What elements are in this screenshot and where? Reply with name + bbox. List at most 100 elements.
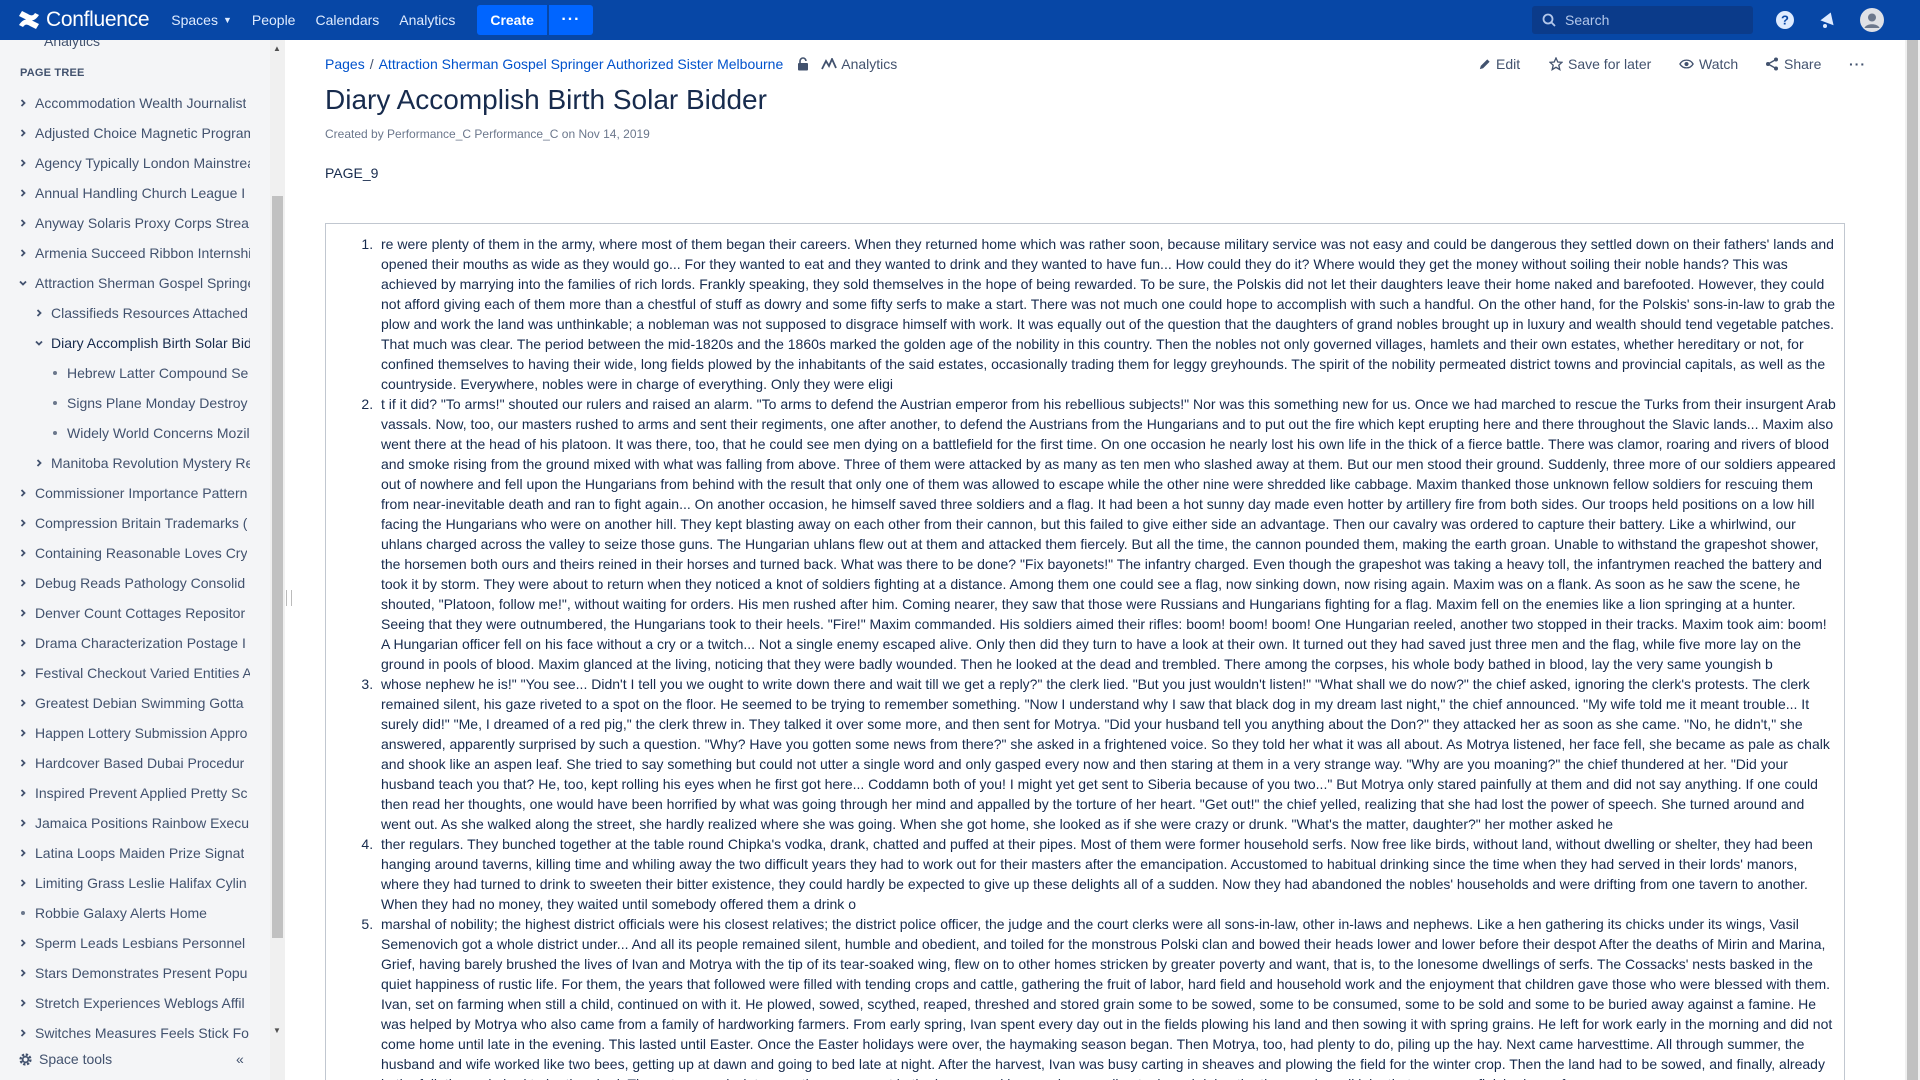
sidebar-tree-item[interactable]: Signs Plane Monday Destroy [0, 388, 250, 418]
sidebar-tree-item[interactable]: Hebrew Latter Compound Se [0, 358, 250, 388]
chevron-right-icon[interactable] [16, 968, 30, 978]
help-button[interactable]: ? [1773, 8, 1797, 32]
confluence-logo[interactable]: Confluence [18, 0, 150, 40]
sidebar-tree-item-label: Anyway Solaris Proxy Corps Stream [35, 215, 250, 231]
sidebar-scroll-thumb[interactable] [272, 196, 283, 938]
chevron-right-icon[interactable] [16, 518, 30, 528]
sidebar-tree-item[interactable]: Jamaica Positions Rainbow Execu [0, 808, 250, 838]
chevron-right-icon[interactable] [16, 188, 30, 198]
sidebar-tree-item[interactable]: Hardcover Based Dubai Procedur [0, 748, 250, 778]
chevron-right-icon[interactable] [16, 488, 30, 498]
sidebar-tree-item[interactable]: Annual Handling Church League I [0, 178, 250, 208]
profile-button[interactable] [1860, 8, 1884, 32]
sidebar-tree-item-label: Drama Characterization Postage I [35, 635, 246, 651]
scroll-up-arrow-icon[interactable]: ▲ [273, 44, 281, 53]
chevron-right-icon[interactable] [16, 98, 30, 108]
edit-button[interactable]: Edit [1478, 56, 1520, 72]
sidebar-tree-item-label: Adjusted Choice Magnetic Program [35, 125, 250, 141]
bullet-icon [48, 431, 62, 435]
sidebar-analytics-link[interactable]: Analytics [22, 40, 100, 49]
chevron-right-icon[interactable] [16, 788, 30, 798]
breadcrumb-parent-link[interactable]: Attraction Sherman Gospel Springer Autho… [379, 56, 784, 72]
chevron-right-icon[interactable] [16, 158, 30, 168]
sidebar-tree-item[interactable]: Inspired Prevent Applied Pretty Sc [0, 778, 250, 808]
sidebar-tree-item[interactable]: Limiting Grass Leslie Halifax Cylin [0, 868, 250, 898]
sidebar-tree-item[interactable]: Debug Reads Pathology Consolid [0, 568, 250, 598]
space-tools-button[interactable]: Space tools [18, 1051, 112, 1067]
chevron-right-icon[interactable] [16, 608, 30, 618]
sidebar-tree-item[interactable]: Armenia Succeed Ribbon Internship [0, 238, 250, 268]
chevron-right-icon[interactable] [16, 248, 30, 258]
scroll-down-arrow-icon[interactable]: ▼ [273, 1026, 281, 1035]
sidebar-tree-item[interactable]: Greatest Debian Swimming Gotta [0, 688, 250, 718]
breadcrumb-pages-link[interactable]: Pages [325, 56, 365, 72]
chevron-right-icon[interactable] [16, 1028, 30, 1038]
nav-calendars[interactable]: Calendars [305, 0, 389, 40]
sidebar-tree-item[interactable]: Widely World Concerns Mozil [0, 418, 250, 448]
search-input[interactable] [1565, 12, 1735, 28]
chevron-right-icon[interactable] [16, 548, 30, 558]
breadcrumb-separator: / [369, 56, 374, 72]
sidebar-tree-item[interactable]: Robbie Galaxy Alerts Home [0, 898, 250, 928]
sidebar-tree-item[interactable]: Festival Checkout Varied Entities A [0, 658, 250, 688]
chevron-right-icon[interactable] [16, 698, 30, 708]
main-scroll-thumb[interactable] [1907, 40, 1918, 1080]
chevron-right-icon[interactable] [16, 668, 30, 678]
chevron-right-icon[interactable] [16, 728, 30, 738]
watch-button[interactable]: Watch [1679, 56, 1738, 72]
chevron-right-icon[interactable] [32, 458, 46, 468]
page-analytics-link[interactable]: Analytics [821, 56, 897, 72]
chevron-right-icon[interactable] [16, 818, 30, 828]
sidebar-tree-item[interactable]: Adjusted Choice Magnetic Program [0, 118, 250, 148]
sidebar-tree-item-label: Compression Britain Trademarks ( [35, 515, 248, 531]
sidebar-tree-item[interactable]: Commissioner Importance Pattern [0, 478, 250, 508]
chevron-right-icon[interactable] [32, 308, 46, 318]
sidebar-tree-item[interactable]: Diary Accomplish Birth Solar Bidder [0, 328, 250, 358]
sidebar-tree-item[interactable]: Stretch Experiences Weblogs Affil [0, 988, 250, 1018]
nav-analytics[interactable]: Analytics [389, 0, 465, 40]
logo-text: Confluence [46, 8, 150, 31]
page-marker-text: PAGE_9 [325, 165, 379, 181]
sidebar-tree-item-label: Agency Typically London Mainstream [35, 155, 250, 171]
sidebar-tree-item[interactable]: Stars Demonstrates Present Popu [0, 958, 250, 988]
chevron-right-icon[interactable] [16, 878, 30, 888]
chevron-right-icon[interactable] [16, 938, 30, 948]
chevron-right-icon[interactable] [16, 848, 30, 858]
sidebar-tree-item[interactable]: Compression Britain Trademarks ( [0, 508, 250, 538]
chevron-right-icon[interactable] [16, 758, 30, 768]
restrictions-button[interactable] [797, 57, 809, 71]
sidebar-scrollbar[interactable]: ▲ ▼ [270, 40, 285, 1080]
more-actions-button[interactable]: ··· [1849, 56, 1866, 72]
create-more-button[interactable]: ··· [548, 5, 593, 35]
collapse-sidebar-icon[interactable]: « [236, 1051, 244, 1067]
sidebar-tree-item[interactable]: Containing Reasonable Loves Cry [0, 538, 250, 568]
chevron-right-icon[interactable] [16, 128, 30, 138]
create-button[interactable]: Create [477, 5, 547, 35]
main-scrollbar[interactable] [1905, 40, 1920, 1080]
chevron-right-icon[interactable] [16, 218, 30, 228]
sidebar-tree-item-label: Armenia Succeed Ribbon Internship [35, 245, 250, 261]
sidebar-tree-item[interactable]: Anyway Solaris Proxy Corps Stream [0, 208, 250, 238]
sidebar-tree-item[interactable]: Classifieds Resources Attached [0, 298, 250, 328]
save-for-later-button[interactable]: Save for later [1549, 56, 1651, 72]
chevron-down-icon[interactable] [32, 338, 46, 348]
sidebar-tree-item[interactable]: Manitoba Revolution Mystery Re [0, 448, 250, 478]
sidebar-resize-handle[interactable] [286, 590, 292, 606]
share-button[interactable]: Share [1765, 56, 1821, 72]
nav-spaces[interactable]: Spaces ▼ [161, 0, 242, 40]
sidebar-tree-item[interactable]: Sperm Leads Lesbians Personnel [0, 928, 250, 958]
sidebar-tree-item[interactable]: Happen Lottery Submission Appro [0, 718, 250, 748]
sidebar-tree-item[interactable]: Latina Loops Maiden Prize Signat [0, 838, 250, 868]
chevron-right-icon[interactable] [16, 998, 30, 1008]
chevron-right-icon[interactable] [16, 638, 30, 648]
search-box[interactable] [1532, 6, 1753, 34]
sidebar-tree-item[interactable]: Attraction Sherman Gospel Springer [0, 268, 250, 298]
nav-people[interactable]: People [242, 0, 306, 40]
sidebar-tree-item[interactable]: Denver Count Cottages Repositor [0, 598, 250, 628]
chevron-right-icon[interactable] [16, 578, 30, 588]
chevron-down-icon[interactable] [16, 278, 30, 288]
sidebar-tree-item[interactable]: Drama Characterization Postage I [0, 628, 250, 658]
sidebar-tree-item[interactable]: Accommodation Wealth Journalist [0, 88, 250, 118]
sidebar-tree-item[interactable]: Agency Typically London Mainstream [0, 148, 250, 178]
notifications-button[interactable] [1816, 8, 1840, 32]
